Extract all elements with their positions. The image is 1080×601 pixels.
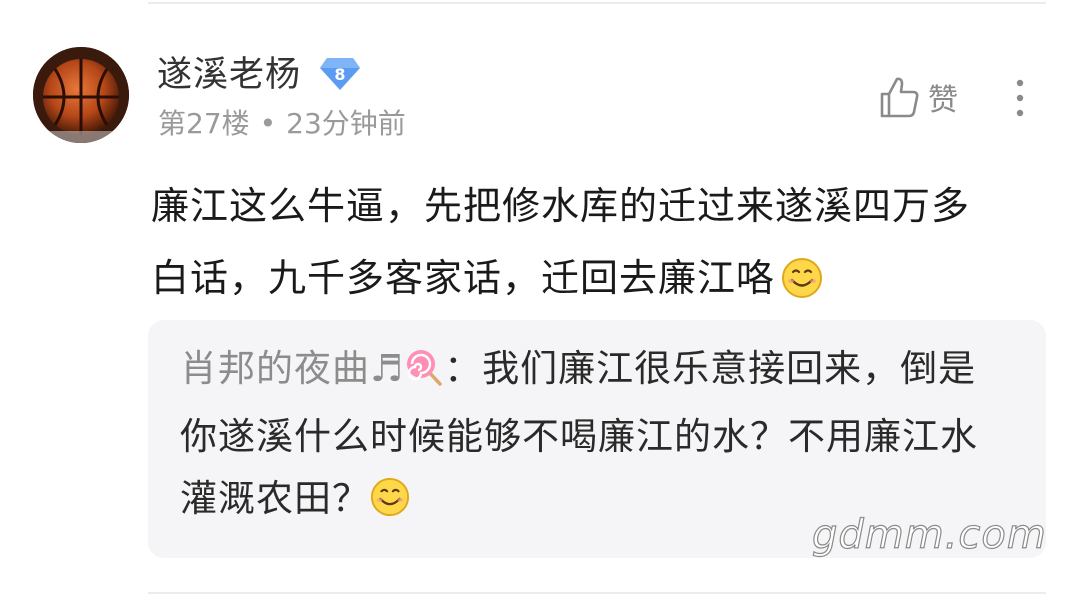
level-badge: 8 — [318, 55, 362, 93]
more-vertical-icon — [1016, 79, 1024, 117]
top-divider — [148, 2, 1046, 4]
quote-author[interactable]: 肖邦的夜曲♬ — [180, 347, 404, 390]
smiley-emoji-icon — [781, 250, 823, 322]
comment-content: 廉江这么牛逼，先把修水库的迁过来遂溪四万多 白话，九千多客家话，迁回去廉江咯 — [151, 170, 1051, 322]
quote-line-3-text: 灌溉农田？ — [180, 477, 370, 520]
username[interactable]: 遂溪老杨 — [157, 52, 301, 98]
quoted-reply-text: 肖邦的夜曲♬ ：我们廉江很乐意接回来，倒是 你遂溪什么时候能够不喝廉江的水？不用廉… — [180, 338, 1020, 536]
thumbs-up-icon — [880, 77, 919, 118]
content-line-2-text: 白话，九千多客家话，迁回去廉江咯 — [151, 256, 776, 300]
meta-separator: • — [259, 107, 277, 140]
lollipop-emoji-icon — [404, 344, 444, 406]
quote-line-2: 你遂溪什么时候能够不喝廉江的水？不用廉江水 — [180, 415, 978, 458]
quote-line-1: 肖邦的夜曲♬ ：我们廉江很乐意接回来，倒是 — [180, 338, 1020, 406]
floor-number: 第27楼 — [158, 107, 250, 140]
content-line-1: 廉江这么牛逼，先把修水库的迁过来遂溪四万多 — [151, 184, 971, 228]
smiley-emoji-icon — [370, 474, 410, 536]
comment-meta: 第27楼 • 23分钟前 — [158, 105, 406, 143]
site-watermark: gdmm.com — [811, 511, 1047, 558]
level-number: 8 — [334, 65, 345, 84]
like-button[interactable]: 赞 — [878, 74, 958, 120]
basketball-avatar-icon — [33, 47, 129, 143]
quote-line-1-text: 我们廉江很乐意接回来，倒是 — [482, 347, 977, 390]
more-button[interactable] — [1005, 76, 1035, 120]
diamond-level-badge-icon: 8 — [320, 58, 360, 90]
comment-page: 遂溪老杨 8 第27楼 • 23分钟前 赞 廉江这么牛逼，先把修水库的迁过来遂溪四万… — [0, 0, 1080, 601]
like-label: 赞 — [928, 83, 958, 118]
content-line-2: 白话，九千多客家话，迁回去廉江咯 — [151, 242, 1051, 322]
user-avatar[interactable] — [33, 47, 129, 143]
bottom-divider — [148, 592, 1046, 594]
post-time: 23分钟前 — [286, 107, 406, 140]
quote-separator: ： — [444, 347, 483, 390]
